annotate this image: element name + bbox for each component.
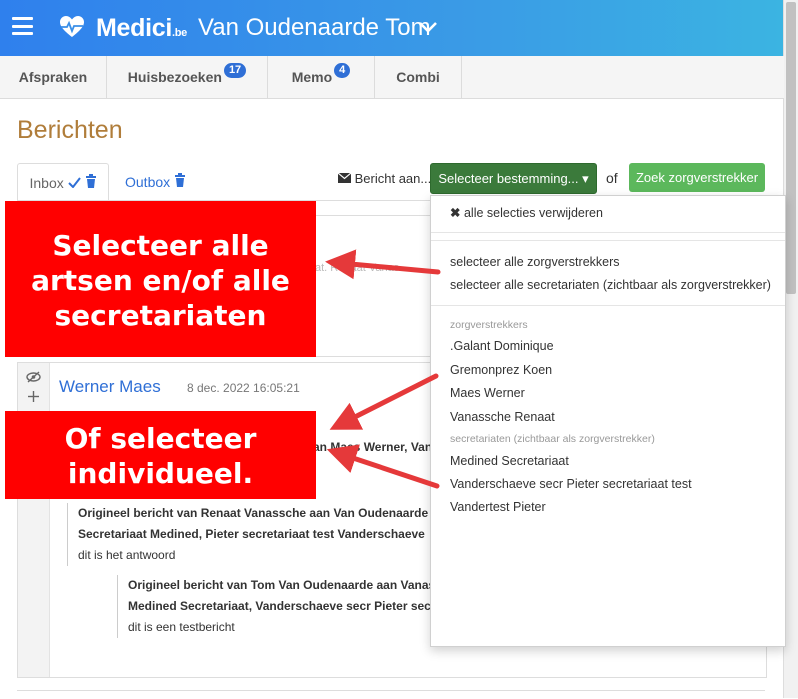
annotation-arrows (325, 249, 441, 489)
arrow-individual-top (329, 373, 439, 430)
arrow-individual-bottom (326, 444, 440, 489)
arrow-select-all (325, 249, 441, 280)
